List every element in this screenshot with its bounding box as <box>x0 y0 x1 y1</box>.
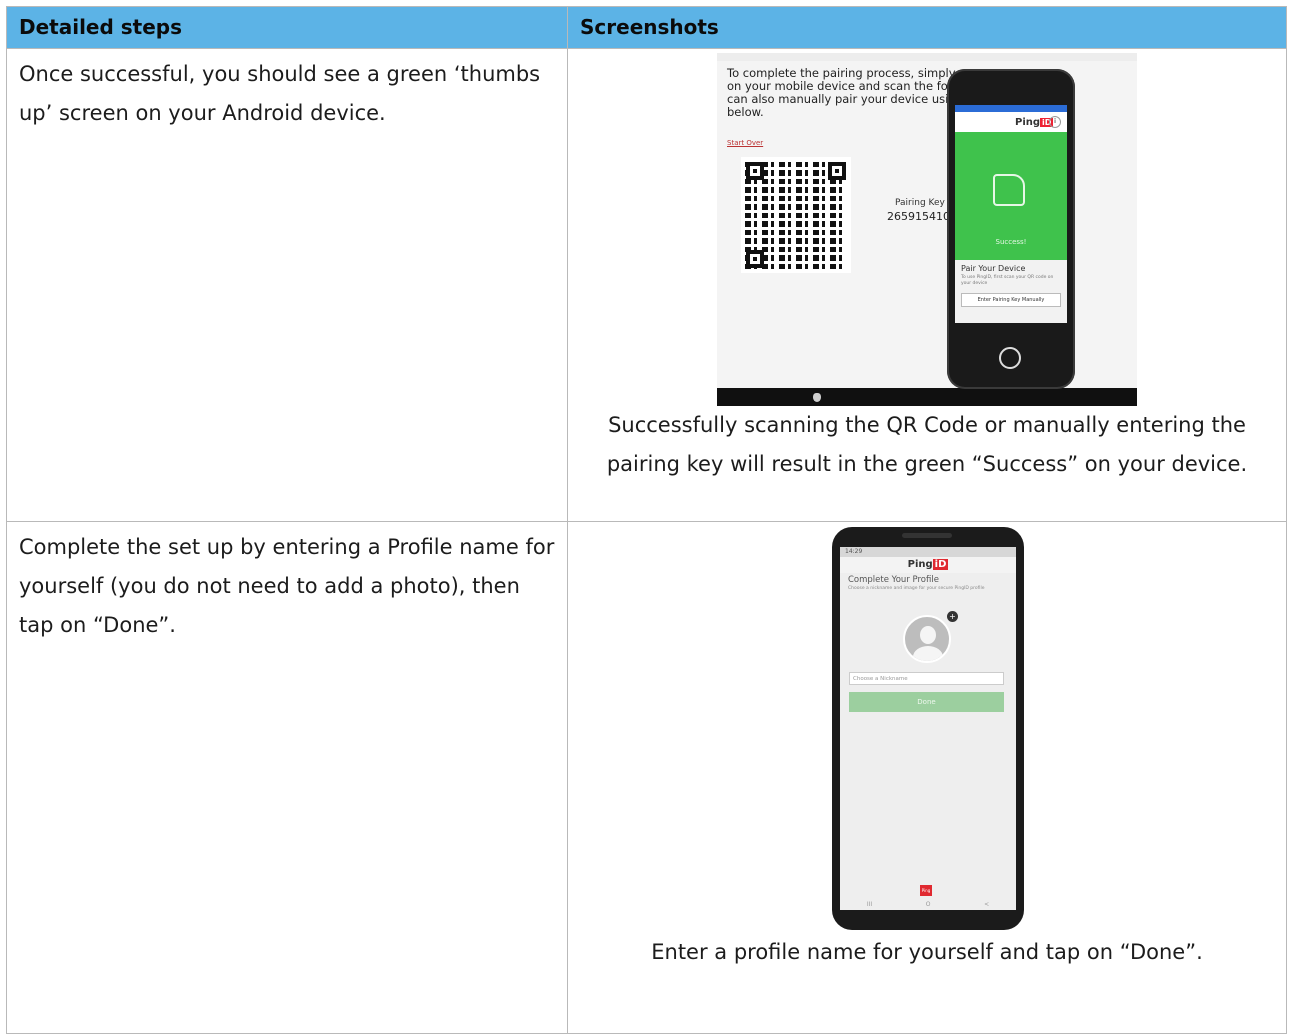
header-screenshots: Screenshots <box>567 6 1287 49</box>
pair-device-title: Pair Your Device <box>961 264 1026 273</box>
iphone: Ping iD i Success! Pair Your Device To us… <box>947 69 1075 389</box>
screenshot-cell: To complete the pairing process, simply … <box>567 48 1287 522</box>
start-over-link: Start Over <box>727 139 764 147</box>
step-cell: Complete the set up by entering a Profil… <box>6 521 568 1034</box>
enter-key-manually-button: Enter Pairing Key Manually <box>961 293 1061 307</box>
done-button: Done <box>849 692 1004 712</box>
pairing-key-label: Pairing Key <box>895 198 945 208</box>
recent-apps-icon: III <box>866 900 873 908</box>
pair-device-sub: To use PingID, first scan your QR code o… <box>961 275 1054 286</box>
qr-code <box>741 157 851 273</box>
add-photo-icon: + <box>947 611 958 622</box>
success-text: Success! <box>995 238 1027 246</box>
pairing-success-screenshot: To complete the pairing process, simply … <box>717 53 1137 406</box>
avatar-icon <box>903 615 951 663</box>
steps-table: Detailed steps Screenshots Once successf… <box>6 6 1287 1034</box>
thumbs-up-icon <box>993 174 1025 206</box>
step-text: Once successful, you should see a green … <box>19 62 541 125</box>
status-bar: 14:29 <box>840 547 1016 557</box>
success-panel: Success! <box>955 132 1067 260</box>
table-row: Once successful, you should see a green … <box>6 48 1287 522</box>
apple-logo-icon <box>813 393 821 402</box>
screenshot-caption: Successfully scanning the QR Code or man… <box>606 413 1248 476</box>
profile-heading: Complete Your Profile <box>848 575 939 585</box>
step-text: Complete the set up by entering a Profil… <box>19 535 555 637</box>
header-detailed-steps: Detailed steps <box>6 6 568 49</box>
nickname-field: Choose a Nickname <box>849 672 1004 685</box>
ping-footer-logo: Ping <box>920 885 932 896</box>
table-header-row: Detailed steps Screenshots <box>6 6 1287 49</box>
step-cell: Once successful, you should see a green … <box>6 48 568 522</box>
screenshot-caption: Enter a profile name for yourself and ta… <box>651 940 1203 964</box>
home-icon: O <box>925 900 931 908</box>
info-icon: i <box>1049 116 1061 128</box>
back-icon: < <box>984 900 990 908</box>
home-button-icon <box>999 347 1021 369</box>
pingid-logo: Ping iD <box>1015 117 1054 128</box>
pingid-logo: Ping iD <box>840 557 1016 573</box>
table-row: Complete the set up by entering a Profil… <box>6 521 1287 1034</box>
profile-screenshot: 14:29 Ping iD Complete Your Profile Choos… <box>832 527 1024 930</box>
screenshot-cell: 14:29 Ping iD Complete Your Profile Choos… <box>567 521 1287 1034</box>
profile-sub: Choose a nickname and image for your sec… <box>848 586 985 591</box>
android-nav-bar: III O < <box>840 898 1016 910</box>
